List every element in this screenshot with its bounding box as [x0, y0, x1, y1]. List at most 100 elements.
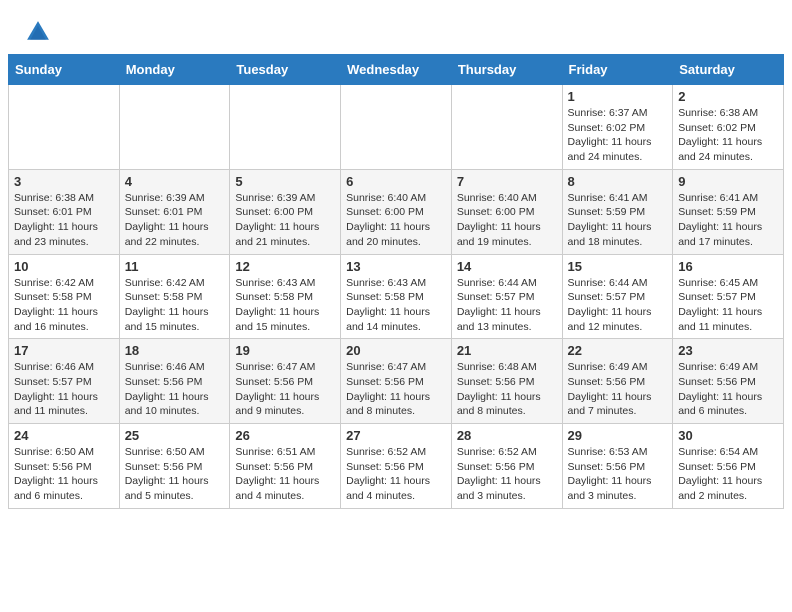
- day-info: Sunrise: 6:43 AMSunset: 5:58 PMDaylight:…: [235, 276, 335, 335]
- day-number: 18: [125, 343, 225, 358]
- calendar-cell: 19Sunrise: 6:47 AMSunset: 5:56 PMDayligh…: [230, 339, 341, 424]
- day-number: 22: [568, 343, 668, 358]
- calendar-wrapper: Sunday Monday Tuesday Wednesday Thursday…: [0, 54, 792, 517]
- col-thursday: Thursday: [451, 55, 562, 85]
- day-info: Sunrise: 6:51 AMSunset: 5:56 PMDaylight:…: [235, 445, 335, 504]
- calendar-cell: 3 Sunrise: 6:38 AMSunset: 6:01 PMDaylight…: [9, 169, 120, 254]
- calendar-cell: [9, 85, 120, 170]
- calendar-cell: 28 Sunrise: 6:52 AMSunset: 5:56 PMDayligh…: [451, 424, 562, 509]
- calendar-week-2: 3 Sunrise: 6:38 AMSunset: 6:01 PMDaylight…: [9, 169, 784, 254]
- day-number: 23: [678, 343, 778, 358]
- day-info: Sunrise: 6:41 AMSunset: 5:59 PMDaylight:…: [678, 191, 778, 250]
- calendar-cell: 26 Sunrise: 6:51 AMSunset: 5:56 PMDayligh…: [230, 424, 341, 509]
- day-number: 25: [125, 428, 225, 443]
- calendar-week-3: 10 Sunrise: 6:42 AMSunset: 5:58 PMDayligh…: [9, 254, 784, 339]
- day-info: Sunrise: 6:52 AMSunset: 5:56 PMDaylight:…: [457, 445, 557, 504]
- day-info: Sunrise: 6:46 AMSunset: 5:56 PMDaylight:…: [125, 360, 225, 419]
- calendar-cell: 1Sunrise: 6:37 AMSunset: 6:02 PMDaylight…: [562, 85, 673, 170]
- header-row: Sunday Monday Tuesday Wednesday Thursday…: [9, 55, 784, 85]
- day-info: Sunrise: 6:48 AMSunset: 5:56 PMDaylight:…: [457, 360, 557, 419]
- calendar-cell: [341, 85, 452, 170]
- day-number: 21: [457, 343, 557, 358]
- day-number: 6: [346, 174, 446, 189]
- day-number: 28: [457, 428, 557, 443]
- calendar-header: Sunday Monday Tuesday Wednesday Thursday…: [9, 55, 784, 85]
- day-number: 3: [14, 174, 114, 189]
- day-info: Sunrise: 6:38 AMSunset: 6:01 PMDaylight:…: [14, 191, 114, 250]
- calendar-cell: 20 Sunrise: 6:47 AMSunset: 5:56 PMDayligh…: [341, 339, 452, 424]
- day-number: 5: [235, 174, 335, 189]
- calendar-cell: 17 Sunrise: 6:46 AMSunset: 5:57 PMDayligh…: [9, 339, 120, 424]
- day-number: 30: [678, 428, 778, 443]
- col-wednesday: Wednesday: [341, 55, 452, 85]
- calendar-body: 1Sunrise: 6:37 AMSunset: 6:02 PMDaylight…: [9, 85, 784, 509]
- calendar-cell: 27 Sunrise: 6:52 AMSunset: 5:56 PMDayligh…: [341, 424, 452, 509]
- calendar-cell: 8 Sunrise: 6:41 AMSunset: 5:59 PMDaylight…: [562, 169, 673, 254]
- calendar-cell: 15Sunrise: 6:44 AMSunset: 5:57 PMDayligh…: [562, 254, 673, 339]
- day-info: Sunrise: 6:49 AMSunset: 5:56 PMDaylight:…: [678, 360, 778, 419]
- day-number: 8: [568, 174, 668, 189]
- calendar-cell: 2Sunrise: 6:38 AMSunset: 6:02 PMDaylight…: [673, 85, 784, 170]
- col-tuesday: Tuesday: [230, 55, 341, 85]
- logo-icon: [24, 18, 52, 46]
- calendar-cell: 18 Sunrise: 6:46 AMSunset: 5:56 PMDayligh…: [119, 339, 230, 424]
- col-monday: Monday: [119, 55, 230, 85]
- day-number: 4: [125, 174, 225, 189]
- calendar-cell: 30 Sunrise: 6:54 AMSunset: 5:56 PMDayligh…: [673, 424, 784, 509]
- calendar-cell: 9 Sunrise: 6:41 AMSunset: 5:59 PMDaylight…: [673, 169, 784, 254]
- day-number: 12: [235, 259, 335, 274]
- day-info: Sunrise: 6:47 AMSunset: 5:56 PMDaylight:…: [235, 360, 335, 419]
- calendar-cell: 5 Sunrise: 6:39 AMSunset: 6:00 PMDaylight…: [230, 169, 341, 254]
- day-info: Sunrise: 6:50 AMSunset: 5:56 PMDaylight:…: [125, 445, 225, 504]
- calendar-cell: [119, 85, 230, 170]
- day-info: Sunrise: 6:39 AMSunset: 6:00 PMDaylight:…: [235, 191, 335, 250]
- day-number: 11: [125, 259, 225, 274]
- calendar-cell: 29Sunrise: 6:53 AMSunset: 5:56 PMDayligh…: [562, 424, 673, 509]
- calendar-cell: 4 Sunrise: 6:39 AMSunset: 6:01 PMDaylight…: [119, 169, 230, 254]
- day-info: Sunrise: 6:52 AMSunset: 5:56 PMDaylight:…: [346, 445, 446, 504]
- calendar-cell: 12 Sunrise: 6:43 AMSunset: 5:58 PMDayligh…: [230, 254, 341, 339]
- calendar-cell: 14 Sunrise: 6:44 AMSunset: 5:57 PMDayligh…: [451, 254, 562, 339]
- day-info: Sunrise: 6:38 AMSunset: 6:02 PMDaylight:…: [678, 106, 778, 165]
- calendar-cell: 11 Sunrise: 6:42 AMSunset: 5:58 PMDayligh…: [119, 254, 230, 339]
- calendar-week-4: 17 Sunrise: 6:46 AMSunset: 5:57 PMDayligh…: [9, 339, 784, 424]
- calendar-cell: 21 Sunrise: 6:48 AMSunset: 5:56 PMDayligh…: [451, 339, 562, 424]
- day-info: Sunrise: 6:41 AMSunset: 5:59 PMDaylight:…: [568, 191, 668, 250]
- calendar-cell: 22 Sunrise: 6:49 AMSunset: 5:56 PMDayligh…: [562, 339, 673, 424]
- calendar-cell: 16 Sunrise: 6:45 AMSunset: 5:57 PMDayligh…: [673, 254, 784, 339]
- day-info: Sunrise: 6:39 AMSunset: 6:01 PMDaylight:…: [125, 191, 225, 250]
- calendar-cell: 10 Sunrise: 6:42 AMSunset: 5:58 PMDayligh…: [9, 254, 120, 339]
- day-number: 26: [235, 428, 335, 443]
- day-number: 16: [678, 259, 778, 274]
- day-info: Sunrise: 6:42 AMSunset: 5:58 PMDaylight:…: [125, 276, 225, 335]
- day-number: 24: [14, 428, 114, 443]
- day-info: Sunrise: 6:42 AMSunset: 5:58 PMDaylight:…: [14, 276, 114, 335]
- calendar-cell: [230, 85, 341, 170]
- day-number: 27: [346, 428, 446, 443]
- day-info: Sunrise: 6:44 AMSunset: 5:57 PMDaylight:…: [457, 276, 557, 335]
- day-number: 7: [457, 174, 557, 189]
- calendar-cell: 24 Sunrise: 6:50 AMSunset: 5:56 PMDayligh…: [9, 424, 120, 509]
- calendar-cell: 13Sunrise: 6:43 AMSunset: 5:58 PMDayligh…: [341, 254, 452, 339]
- day-info: Sunrise: 6:40 AMSunset: 6:00 PMDaylight:…: [346, 191, 446, 250]
- day-number: 10: [14, 259, 114, 274]
- day-number: 20: [346, 343, 446, 358]
- day-number: 17: [14, 343, 114, 358]
- calendar-week-5: 24 Sunrise: 6:50 AMSunset: 5:56 PMDayligh…: [9, 424, 784, 509]
- page-header: [0, 0, 792, 54]
- day-info: Sunrise: 6:43 AMSunset: 5:58 PMDaylight:…: [346, 276, 446, 335]
- col-sunday: Sunday: [9, 55, 120, 85]
- day-info: Sunrise: 6:37 AMSunset: 6:02 PMDaylight:…: [568, 106, 668, 165]
- day-number: 9: [678, 174, 778, 189]
- day-info: Sunrise: 6:54 AMSunset: 5:56 PMDaylight:…: [678, 445, 778, 504]
- day-number: 15: [568, 259, 668, 274]
- day-info: Sunrise: 6:49 AMSunset: 5:56 PMDaylight:…: [568, 360, 668, 419]
- day-info: Sunrise: 6:47 AMSunset: 5:56 PMDaylight:…: [346, 360, 446, 419]
- calendar-cell: [451, 85, 562, 170]
- day-info: Sunrise: 6:50 AMSunset: 5:56 PMDaylight:…: [14, 445, 114, 504]
- calendar-table: Sunday Monday Tuesday Wednesday Thursday…: [8, 54, 784, 509]
- day-info: Sunrise: 6:53 AMSunset: 5:56 PMDaylight:…: [568, 445, 668, 504]
- day-number: 14: [457, 259, 557, 274]
- day-info: Sunrise: 6:45 AMSunset: 5:57 PMDaylight:…: [678, 276, 778, 335]
- day-info: Sunrise: 6:46 AMSunset: 5:57 PMDaylight:…: [14, 360, 114, 419]
